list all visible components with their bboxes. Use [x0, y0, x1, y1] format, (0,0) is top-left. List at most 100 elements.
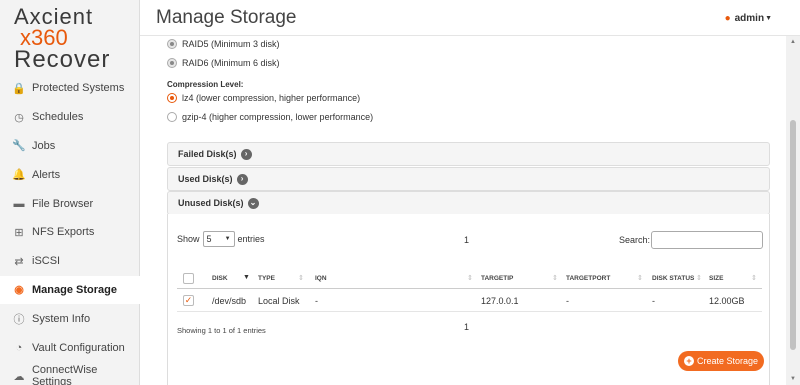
sort-icon: ⇕ [467, 275, 473, 282]
page-title: Manage Storage [156, 7, 297, 28]
raid5-option[interactable]: RAID5 (Minimum 3 disk) [167, 39, 280, 49]
chevron-down-icon: ▼ [224, 236, 231, 242]
used-disks-panel[interactable]: Used Disk(s) › [167, 167, 770, 191]
sidebar-item-nfs-exports[interactable]: ⊞ NFS Exports [0, 218, 140, 247]
table-row[interactable]: ✓ /dev/sdb Local Disk - 127.0.0.1 - - 12… [177, 290, 762, 312]
sidebar-item-vault-configuration[interactable]: ◔ Vault Configuration [0, 333, 140, 362]
gauge-icon: ◔ [15, 341, 23, 354]
col-size[interactable]: SIZE [709, 275, 723, 282]
lz4-radio[interactable] [167, 93, 177, 103]
used-disks-title: Used Disk(s) [178, 174, 233, 184]
sort-icon: ⇕ [298, 275, 304, 282]
create-storage-button[interactable]: + Create Storage [678, 351, 764, 371]
unused-disks-panel[interactable]: Unused Disk(s) ⌄ [167, 191, 770, 215]
select-all-checkbox[interactable] [183, 273, 194, 284]
sidebar-item-file-browser[interactable]: ▬ File Browser [0, 189, 140, 218]
compression-level-label: Compression Level: [167, 80, 244, 89]
col-targetip[interactable]: TARGETIP [481, 275, 513, 282]
sidebar-item-label: ConnectWise Settings [31, 364, 98, 385]
table-header: DISK ▼ TYPE ⇕ IQN ⇕ TARGETIP ⇕ TARGETPOR… [177, 269, 762, 289]
sidebar-item-protected-systems[interactable]: 🔒 Protected Systems [0, 74, 140, 103]
sidebar-item-alerts[interactable]: 🔔 Alerts [0, 160, 140, 189]
lz4-option[interactable]: lz4 (lower compression, higher performan… [167, 93, 360, 103]
page-size-control: Show 5 ▼ entries [177, 231, 265, 247]
pagination-top[interactable]: 1 [464, 235, 469, 245]
row-checkbox[interactable]: ✓ [183, 295, 194, 306]
sidebar-item-connectwise-settings[interactable]: ☁ ConnectWise Settings [0, 362, 140, 385]
sidebar-item-label: File Browser [32, 197, 94, 210]
cell-type: Local Disk [258, 296, 300, 306]
page-size-value: 5 [206, 234, 212, 244]
logo-line-3: Recover [14, 46, 111, 73]
user-name: admin [734, 13, 765, 24]
col-disk[interactable]: DISK [212, 275, 228, 282]
plus-icon: + [683, 356, 694, 366]
sidebar-item-label: Protected Systems [32, 82, 125, 95]
share-icon: ⇄ [14, 255, 24, 268]
storage-icon: ◉ [14, 284, 24, 297]
lz4-label: lz4 (lower compression, higher performan… [182, 93, 361, 103]
raid5-label: RAID5 (Minimum 3 disk) [182, 39, 280, 49]
col-targetport[interactable]: TARGETPORT [566, 275, 610, 282]
sort-icon: ⇕ [637, 275, 643, 282]
main-content: RAID5 (Minimum 3 disk) RAID6 (Minimum 6 … [140, 36, 786, 385]
gzip4-label: gzip-4 (higher compression, lower perfor… [182, 112, 374, 122]
sidebar-item-label: Schedules [32, 111, 84, 124]
raid6-radio[interactable] [167, 58, 177, 68]
scroll-down-icon[interactable]: ▼ [790, 376, 796, 382]
raid5-radio[interactable] [167, 39, 177, 49]
sort-icon: ⇕ [552, 275, 558, 282]
app-window: Axcient x360 Recover 🔒 Protected Systems ◷… [0, 0, 800, 385]
sort-icon: ⇕ [696, 275, 702, 282]
cloud-icon: ☁ [13, 370, 25, 383]
gzip4-option[interactable]: gzip-4 (higher compression, lower perfor… [167, 112, 373, 122]
search-label: Search: [619, 235, 651, 245]
sidebar: Axcient x360 Recover 🔒 Protected Systems ◷… [0, 0, 140, 385]
sort-icon: ⇕ [751, 275, 757, 282]
scrollbar-thumb[interactable] [790, 120, 796, 350]
page-size-select[interactable]: 5 ▼ [202, 231, 235, 247]
user-icon: ● [724, 13, 731, 24]
sidebar-nav: 🔒 Protected Systems ◷ Schedules 🔧 Jobs 🔔 Alerts… [0, 74, 140, 385]
wrench-icon: 🔧 [12, 140, 26, 153]
cell-disk-status: - [652, 296, 655, 306]
unused-disks-title: Unused Disk(s) [178, 198, 244, 208]
chevron-right-icon: › [240, 148, 252, 160]
sidebar-item-schedules[interactable]: ◷ Schedules [0, 103, 140, 132]
sidebar-item-manage-storage[interactable]: ◉ Manage Storage [0, 275, 140, 305]
logo: Axcient x360 Recover [14, 6, 134, 72]
raid6-option[interactable]: RAID6 (Minimum 6 disk) [167, 58, 280, 68]
lock-icon: 🔒 [12, 82, 26, 95]
user-menu[interactable]: ● admin ▼ [725, 13, 772, 24]
sidebar-item-system-info[interactable]: ⓘ System Info [0, 304, 140, 333]
sidebar-item-label: Vault Configuration [32, 341, 125, 354]
failed-disks-title: Failed Disk(s) [178, 149, 237, 159]
scroll-up-icon[interactable]: ▲ [790, 39, 796, 45]
col-disk-status[interactable]: DISK STATUS [652, 275, 694, 282]
col-iqn[interactable]: IQN [315, 275, 327, 282]
sidebar-item-label: Manage Storage [32, 283, 117, 296]
search-input[interactable] [651, 231, 764, 249]
header: Manage Storage ● admin ▼ [140, 0, 800, 36]
network-icon: ⊞ [14, 226, 24, 239]
failed-disks-panel[interactable]: Failed Disk(s) › [167, 142, 770, 166]
sidebar-item-label: System Info [32, 312, 91, 325]
scrollbar[interactable]: ▲ ▼ [786, 36, 800, 385]
cell-iqn: - [315, 296, 318, 306]
sidebar-item-label: NFS Exports [32, 226, 95, 239]
create-storage-label: Create Storage [696, 356, 759, 366]
sidebar-item-jobs[interactable]: 🔧 Jobs [0, 132, 140, 161]
logo-line-2: x360 [20, 25, 68, 50]
chevron-down-icon: ⌄ [247, 197, 259, 209]
sidebar-item-iscsi[interactable]: ⇄ iSCSI [0, 247, 140, 276]
search-control: Search: [619, 231, 764, 249]
sidebar-item-label: iSCSI [32, 255, 61, 268]
col-type[interactable]: TYPE [258, 275, 275, 282]
chevron-down-icon: ▼ [765, 15, 772, 22]
pagination-bottom[interactable]: 1 [464, 322, 469, 332]
gzip4-radio[interactable] [167, 112, 177, 122]
sort-desc-icon: ▼ [243, 274, 250, 281]
unused-disks-body: Show 5 ▼ entries 1 Search: DISK ▼ TYPE ⇕… [167, 214, 770, 385]
sidebar-item-label: Jobs [32, 139, 56, 152]
cell-size: 12.00GB [709, 296, 745, 306]
